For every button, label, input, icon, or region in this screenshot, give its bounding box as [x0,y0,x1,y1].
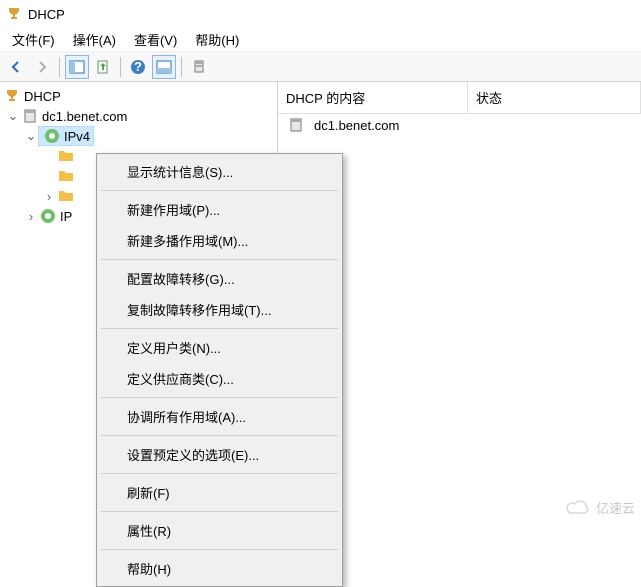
cm-properties[interactable]: 属性(R) [99,515,340,546]
forward-button[interactable] [30,55,54,79]
expander-blank [42,149,56,163]
tree-node-ipv4[interactable]: IPv4 [38,126,94,146]
cm-refresh[interactable]: 刷新(F) [99,477,340,508]
server-action-button[interactable] [187,55,211,79]
server-icon [288,117,304,133]
menu-help[interactable]: 帮助(H) [187,28,247,51]
dhcp-trophy-icon [6,6,22,22]
tree-label: DHCP [24,89,61,104]
cm-set-predefined-options[interactable]: 设置预定义的选项(E)... [99,439,340,470]
collapse-icon[interactable]: ⌄ [24,129,38,143]
tree-label: dc1.benet.com [42,109,127,124]
watermark: 亿速云 [566,498,635,517]
ipv4-icon [44,128,60,144]
list-item[interactable]: dc1.benet.com [278,114,641,136]
cm-help[interactable]: 帮助(H) [99,553,340,584]
help-button[interactable]: ? [126,55,150,79]
cm-separator [101,473,338,474]
cm-separator [101,328,338,329]
svg-text:?: ? [134,59,142,74]
toolbar-sep [120,57,121,77]
cm-new-multicast-scope[interactable]: 新建多播作用域(M)... [99,225,340,256]
show-hide-tree-button[interactable] [65,55,89,79]
back-button[interactable] [4,55,28,79]
cm-configure-failover[interactable]: 配置故障转移(G)... [99,263,340,294]
folder-icon [58,148,74,164]
cm-separator [101,511,338,512]
cm-separator [101,397,338,398]
toolbar-sep [59,57,60,77]
menu-view[interactable]: 查看(V) [126,28,185,51]
window-title: DHCP [28,7,65,22]
cm-define-vendor-classes[interactable]: 定义供应商类(C)... [99,363,340,394]
cm-new-scope[interactable]: 新建作用域(P)... [99,194,340,225]
cm-separator [101,435,338,436]
dhcp-trophy-icon [4,88,20,104]
cm-copy-failover-scope[interactable]: 复制故障转移作用域(T)... [99,294,340,325]
expand-icon[interactable]: › [42,189,56,203]
export-button[interactable] [91,55,115,79]
cm-reconcile-all-scopes[interactable]: 协调所有作用域(A)... [99,401,340,432]
title-bar: DHCP [0,0,641,28]
menu-file[interactable]: 文件(F) [4,28,63,51]
folder-icon [58,188,74,204]
cm-separator [101,259,338,260]
watermark-text: 亿速云 [596,498,635,517]
context-menu: 显示统计信息(S)... 新建作用域(P)... 新建多播作用域(M)... 配… [96,153,343,587]
cm-separator [101,549,338,550]
collapse-icon[interactable]: ⌄ [6,109,20,123]
cloud-icon [566,499,592,517]
cm-show-stats[interactable]: 显示统计信息(S)... [99,156,340,187]
cm-separator [101,190,338,191]
expander-blank [42,169,56,183]
list-item-label: dc1.benet.com [314,118,399,133]
tree-root-dhcp[interactable]: DHCP [0,86,277,106]
cm-define-user-classes[interactable]: 定义用户类(N)... [99,332,340,363]
menu-action[interactable]: 操作(A) [65,28,124,51]
col-header-name[interactable]: DHCP 的内容 [278,82,468,113]
tree-label: IPv4 [64,129,90,144]
folder-icon [58,168,74,184]
expand-icon[interactable]: › [24,209,38,223]
tree-node-server[interactable]: ⌄ dc1.benet.com [0,106,277,126]
list-header: DHCP 的内容 状态 [278,82,641,114]
server-icon [22,108,38,124]
col-header-status[interactable]: 状态 [468,82,641,113]
toolbar: ? [0,52,641,82]
menu-bar: 文件(F) 操作(A) 查看(V) 帮助(H) [0,28,641,52]
details-pane-button[interactable] [152,55,176,79]
ipv6-icon [40,208,56,224]
toolbar-sep [181,57,182,77]
tree-label: IP [60,209,72,224]
